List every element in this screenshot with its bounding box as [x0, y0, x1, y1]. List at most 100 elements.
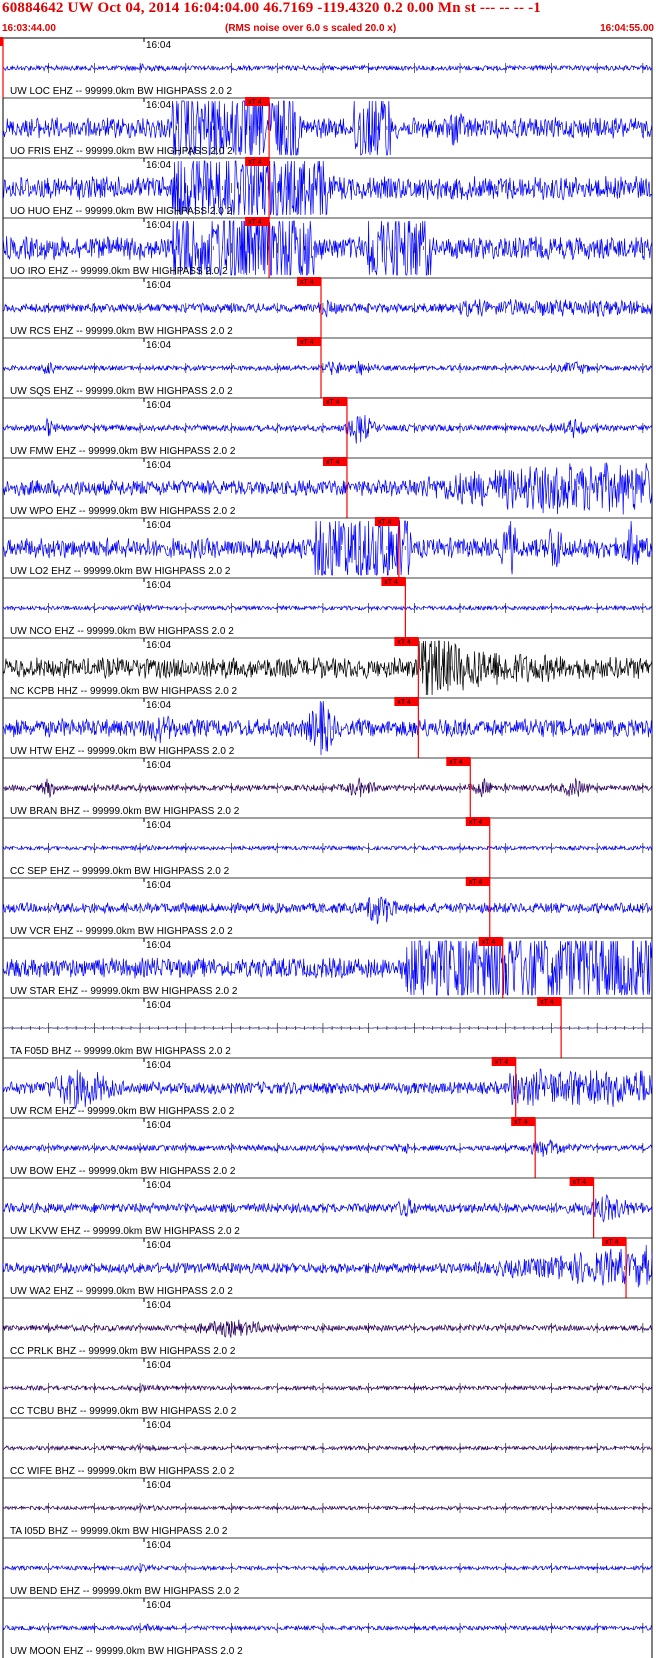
pick-label: xT 4 [326, 399, 340, 406]
waveform [2, 414, 653, 444]
waveform [2, 1384, 653, 1393]
channel-label: UW LKVW EHZ -- 99999.0km BW HIGHPASS 2.0… [10, 1226, 240, 1237]
waveform [2, 1504, 653, 1512]
waveform [2, 1139, 653, 1157]
channel-label: UW NCO EHZ -- 99999.0km BW HIGHPASS 2.0 … [10, 626, 234, 637]
waveform [2, 1244, 653, 1288]
channel-label: UW MOON EHZ -- 99999.0km BW HIGHPASS 2.0… [10, 1646, 243, 1657]
trace-row: 16:04xT 4UW LOC EHZ -- 99999.0km BW HIGH… [0, 37, 653, 98]
minute-label: 16:04 [146, 820, 171, 831]
pick-label: xT 4 [482, 939, 496, 946]
waveform [2, 1027, 653, 1029]
pick-label: xT 4 [540, 999, 554, 1006]
trace-row: 16:04 CC PRLK BHZ -- 99999.0km BW HIGHPAS… [2, 1297, 653, 1357]
channel-label: UO FRIS EHZ -- 99999.0km BW HIGHPASS 2.0… [10, 146, 233, 157]
trace-row: 16:04 xT 4 NC KCPB HHZ -- 99999.0km BW HIG… [2, 637, 653, 698]
minute-label: 16:04 [146, 700, 171, 711]
trace-row: 16:04 xT 4 CC SEP EHZ -- 99999.0km BW HIGH… [2, 817, 653, 878]
trace-row: 16:04 xT 4 UW VCR EHZ -- 99999.0km BW HIGH… [2, 877, 653, 938]
minute-label: 16:04 [146, 40, 171, 51]
trace-row: 16:04 xT 4 TA F05D BHZ -- 99999.0km BW HIG… [2, 997, 653, 1058]
trace-row: 16:04 xT 4 UW FMW EHZ -- 99999.0km BW HIGH… [2, 397, 653, 458]
minute-label: 16:04 [146, 520, 171, 531]
channel-label: NC KCPB HHZ -- 99999.0km BW HIGHPASS 2.0… [10, 686, 238, 697]
trace-row: 16:04 xT 4 UO IRO EHZ -- 99999.0km BW HIGH… [2, 217, 653, 278]
minute-label: 16:04 [146, 220, 171, 231]
channel-label: UW WPO EHZ -- 99999.0km BW HIGHPASS 2.0 … [10, 506, 236, 517]
channel-label: UW BRAN BHZ -- 99999.0km BW HIGHPASS 2.0… [10, 806, 240, 817]
trace-row: 16:04 CC WIFE BHZ -- 99999.0km BW HIGHPAS… [2, 1417, 653, 1477]
pick-label: xT 4 [300, 279, 314, 286]
trace-row: 16:04 xT 4 UW STAR EHZ -- 99999.0km BW HIG… [2, 937, 653, 998]
channel-label: UW BOW EHZ -- 99999.0km BW HIGHPASS 2.0 … [10, 1166, 236, 1177]
channel-label: TA F05D BHZ -- 99999.0km BW HIGHPASS 2.0… [10, 1046, 231, 1057]
channel-label: CC PRLK BHZ -- 99999.0km BW HIGHPASS 2.0… [10, 1346, 236, 1357]
channel-label: TA I05D BHZ -- 99999.0km BW HIGHPASS 2.0… [10, 1526, 228, 1537]
waveform [2, 1444, 653, 1452]
minute-label: 16:04 [146, 1300, 171, 1311]
minute-label: 16:04 [146, 880, 171, 891]
trace-row: 16:04 xT 4 UW RCM EHZ -- 99999.0km BW HIGH… [2, 1057, 653, 1118]
trace-row: 16:04 xT 4 UW BOW EHZ -- 99999.0km BW HIGH… [2, 1117, 653, 1178]
channel-label: UW HTW EHZ -- 99999.0km BW HIGHPASS 2.0 … [10, 746, 235, 757]
trace-row: 16:04 xT 4 UW SQS EHZ -- 99999.0km BW HIGH… [2, 337, 653, 398]
channel-label: CC SEP EHZ -- 99999.0km BW HIGHPASS 2.0 … [10, 866, 230, 877]
waveform [2, 896, 653, 925]
trace-row: 16:04 xT 4 UW BRAN BHZ -- 99999.0km BW HIG… [2, 757, 653, 818]
channel-label: UO IRO EHZ -- 99999.0km BW HIGHPASS 2.0 … [10, 266, 228, 277]
waveform [2, 1068, 653, 1110]
trace-row: 16:04 xT 4 UW NCO EHZ -- 99999.0km BW HIGH… [2, 577, 653, 638]
minute-label: 16:04 [146, 1240, 171, 1251]
pick-label: xT 4 [605, 1239, 619, 1246]
trace-row: 16:04 xT 4 UW LKVW EHZ -- 99999.0km BW HIG… [2, 1177, 653, 1238]
pick-label: xT 4 [248, 99, 262, 106]
trace-row: 16:04 xT 4 UW WA2 EHZ -- 99999.0km BW HIGH… [2, 1237, 653, 1298]
minute-label: 16:04 [146, 580, 171, 591]
trace-row: 16:04 CC TCBU BHZ -- 99999.0km BW HIGHPAS… [2, 1357, 653, 1417]
minute-label: 16:04 [146, 1360, 171, 1371]
waveform [2, 777, 653, 798]
waveform [2, 1563, 653, 1573]
trace-row: 16:04 xT 4 UW LO2 EHZ -- 99999.0km BW HIGH… [2, 517, 653, 578]
waveform [2, 360, 653, 376]
waveform [2, 299, 653, 318]
trace-row: 16:04 UW BEND EHZ -- 99999.0km BW HIGHPAS… [2, 1537, 653, 1597]
minute-label: 16:04 [146, 1180, 171, 1191]
pick-label: xT 4 [248, 219, 262, 226]
trace-row: 16:04 xT 4 UW WPO EHZ -- 99999.0km BW HIGH… [2, 457, 653, 518]
pick-label: xT 4 [384, 579, 398, 586]
trace-row: 16:04 TA I05D BHZ -- 99999.0km BW HIGHPAS… [2, 1477, 653, 1537]
minute-label: 16:04 [146, 1000, 171, 1011]
channel-label: CC WIFE BHZ -- 99999.0km BW HIGHPASS 2.0… [10, 1466, 235, 1477]
pick-label: xT 4 [326, 459, 340, 466]
minute-label: 16:04 [146, 1420, 171, 1431]
channel-label: UW STAR EHZ -- 99999.0km BW HIGHPASS 2.0… [10, 986, 238, 997]
minute-label: 16:04 [146, 400, 171, 411]
pick-label: xT 4 [573, 1179, 587, 1186]
pick-label: xT 4 [397, 699, 411, 706]
minute-label: 16:04 [146, 280, 171, 291]
channel-label: UW RCS EHZ -- 99999.0km BW HIGHPASS 2.0 … [10, 326, 233, 337]
pick-label: xT 4 [378, 519, 392, 526]
waveform [2, 63, 653, 72]
channel-label: UW FMW EHZ -- 99999.0km BW HIGHPASS 2.0 … [10, 446, 236, 457]
minute-label: 16:04 [146, 1540, 171, 1551]
channel-label: UW VCR EHZ -- 99999.0km BW HIGHPASS 2.0 … [10, 926, 233, 937]
minute-label: 16:04 [146, 640, 171, 651]
pick-label: xT 4 [397, 639, 411, 646]
pick-label: xT 4 [469, 819, 483, 826]
minute-label: 16:04 [146, 1600, 171, 1611]
channel-label: UW BEND EHZ -- 99999.0km BW HIGHPASS 2.0… [10, 1586, 240, 1597]
waveform [2, 1194, 653, 1223]
minute-label: 16:04 [146, 1120, 171, 1131]
minute-label: 16:04 [146, 100, 171, 111]
channel-label: UW WA2 EHZ -- 99999.0km BW HIGHPASS 2.0 … [10, 1286, 233, 1297]
trace-row: 16:04 UW MOON EHZ -- 99999.0km BW HIGHPAS… [2, 1597, 653, 1657]
waveform [2, 1623, 653, 1632]
trace-row: 16:04 xT 4 UW RCS EHZ -- 99999.0km BW HIGH… [2, 277, 653, 338]
channel-label: UO HUO EHZ -- 99999.0km BW HIGHPASS 2.0 … [10, 206, 233, 217]
trace-row: 16:04 xT 4 UW HTW EHZ -- 99999.0km BW HIGH… [2, 697, 653, 758]
pick-label: xT 4 [495, 1059, 509, 1066]
seismogram-panel: 16:04 xT 4 UW LOC EHZ -- 99999.0km BW HIGH… [0, 37, 653, 1658]
pick-label: xT 4 [300, 339, 314, 346]
